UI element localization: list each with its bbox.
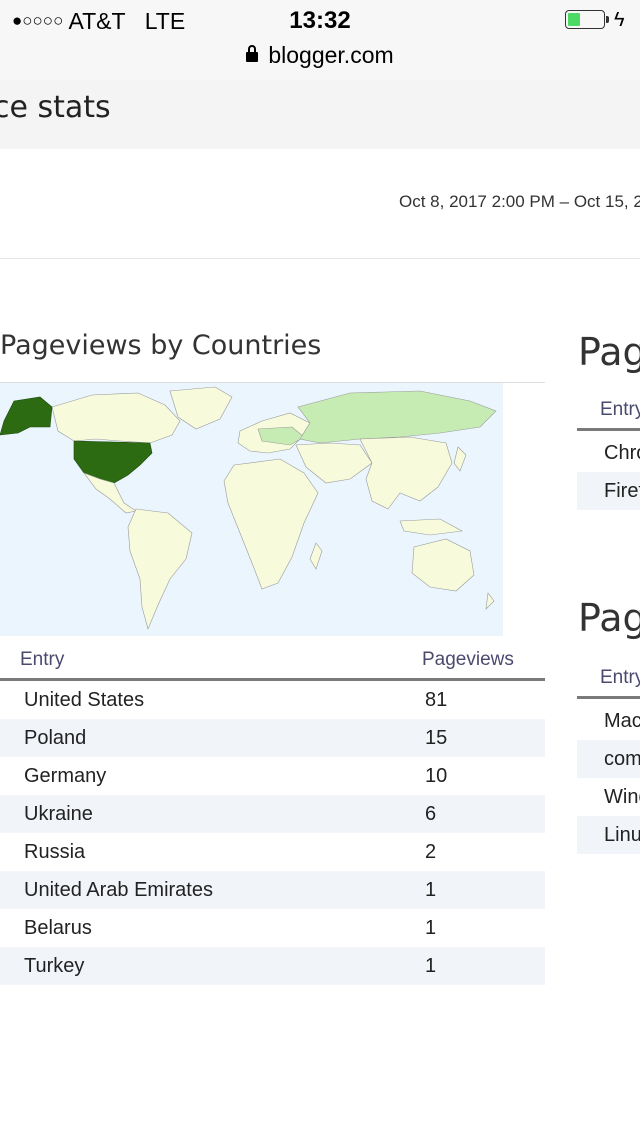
battery-level	[568, 13, 580, 26]
page-header: nce stats	[0, 80, 640, 149]
row-pageviews: 6	[425, 803, 437, 825]
row-entry: Linux	[604, 824, 640, 846]
row-pageviews: 1	[425, 879, 437, 901]
table-row: Russia 2	[0, 833, 545, 871]
table-row: Firefox	[577, 472, 640, 510]
column-header-entry[interactable]: Entry	[600, 399, 640, 421]
row-entry: com	[604, 748, 640, 770]
table-row: Germany 10	[0, 757, 545, 795]
lock-icon	[246, 45, 259, 62]
row-entry: Firefox	[604, 480, 640, 502]
column-header-pageviews[interactable]: Pageviews	[422, 649, 514, 671]
row-entry: United Arab Emirates	[24, 879, 213, 901]
browsers-table-header: Entry	[577, 394, 640, 431]
table-row: Poland 15	[0, 719, 545, 757]
row-pageviews: 15	[425, 727, 448, 749]
date-range[interactable]: Oct 8, 2017 2:00 PM – Oct 15, 2	[399, 192, 640, 212]
row-entry: Belarus	[24, 917, 92, 939]
row-pageviews: 2	[425, 841, 437, 863]
row-pageviews: 1	[425, 955, 437, 977]
divider	[0, 258, 640, 259]
os-title: Pag	[578, 596, 640, 640]
address-bar[interactable]: blogger.com	[0, 42, 640, 69]
table-body: United States 81 Poland 15 Germany 10 Ukrai…	[0, 681, 545, 985]
table-row: Turkey 1	[0, 947, 545, 985]
table-row: Macintosh	[577, 702, 640, 740]
browsers-title: Pag	[578, 330, 640, 374]
table-row: United Arab Emirates 1	[0, 871, 545, 909]
row-entry: Windows	[604, 786, 640, 808]
row-entry: United States	[24, 689, 145, 711]
table-row: Ukraine 6	[0, 795, 545, 833]
table-header: Entry Pageviews	[0, 644, 545, 681]
row-entry: Ukraine	[24, 803, 93, 825]
column-header-entry[interactable]: Entry	[600, 667, 640, 689]
table-row: Chrome	[577, 434, 640, 472]
row-entry: Turkey	[24, 955, 85, 977]
row-entry: Germany	[24, 765, 107, 787]
row-pageviews: 10	[425, 765, 448, 787]
countries-title: Pageviews by Countries	[0, 330, 322, 361]
table-row: Windows	[577, 778, 640, 816]
row-entry: Russia	[24, 841, 86, 863]
page-title: nce stats	[0, 90, 111, 125]
row-entry: Macintosh	[604, 710, 640, 732]
countries-table: Entry Pageviews United States 81 Poland 15…	[0, 644, 545, 985]
row-entry: Chrome	[604, 442, 640, 464]
world-map[interactable]	[0, 383, 503, 636]
table-row: com	[577, 740, 640, 778]
row-pageviews: 81	[425, 689, 448, 711]
charging-bolt-icon: ϟ	[614, 9, 625, 31]
table-row: Belarus 1	[0, 909, 545, 947]
table-row: Linux	[577, 816, 640, 854]
battery-icon	[565, 10, 609, 29]
url-text: blogger.com	[268, 42, 394, 68]
os-table-header: Entry	[577, 662, 640, 699]
table-row: United States 81	[0, 681, 545, 719]
world-map-svg	[0, 383, 503, 636]
row-pageviews: 1	[425, 917, 437, 939]
column-header-entry[interactable]: Entry	[20, 649, 64, 671]
status-bar: ●○○○○ AT&T LTE 13:32 blogger.com ϟ	[0, 0, 640, 81]
clock: 13:32	[289, 7, 351, 34]
row-entry: Poland	[24, 727, 87, 749]
